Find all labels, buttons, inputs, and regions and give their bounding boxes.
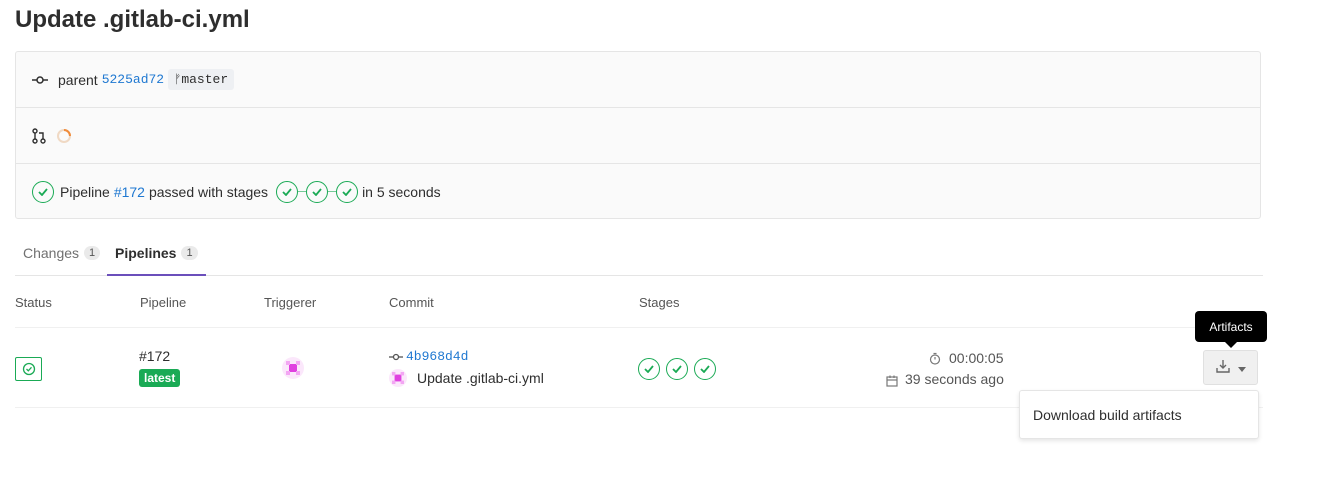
tab-changes[interactable]: Changes 1	[23, 231, 101, 275]
page-title: Update .gitlab-ci.yml	[15, 6, 250, 33]
stage-connector	[328, 191, 337, 192]
header-status: Status	[15, 295, 52, 310]
pipeline-prefix: Pipeline	[60, 183, 110, 200]
header-triggerer: Triggerer	[264, 295, 317, 310]
pipeline-id-link[interactable]: #172	[114, 184, 145, 200]
tab-pipelines-label: Pipelines	[115, 244, 177, 261]
tab-pipelines[interactable]: Pipelines 1	[107, 231, 206, 276]
download-build-artifacts-item[interactable]: Download build artifacts	[1033, 407, 1182, 423]
pipeline-passed-icon[interactable]	[32, 180, 54, 203]
artifacts-dropdown-menu: Download build artifacts	[1019, 390, 1259, 439]
merge-request-row	[16, 108, 1260, 164]
stage-3-status-icon[interactable]	[694, 358, 716, 380]
tabs-bar: Changes 1 Pipelines 1	[15, 231, 1263, 276]
pipeline-summary-row: Pipeline #172 passed with stages in 5 se…	[16, 164, 1260, 219]
stage-2-status-icon[interactable]	[666, 358, 688, 380]
stage-2-passed-icon[interactable]	[306, 180, 329, 203]
latest-badge: latest	[139, 369, 181, 387]
stage-connector	[298, 191, 307, 192]
header-divider	[15, 327, 1263, 328]
branch-name: master	[181, 72, 229, 87]
header-pipeline: Pipeline	[140, 295, 187, 310]
header-stages: Stages	[639, 295, 680, 310]
header-commit: Commit	[389, 295, 434, 310]
commit-info-box: parent 5225ad72 ᚠmaster Pipeline #172 pa…	[15, 51, 1261, 219]
pipeline-id[interactable]: #172	[139, 348, 170, 364]
chevron-down-icon	[1237, 360, 1246, 375]
status-passed-badge[interactable]	[15, 357, 42, 381]
commit-sha-link[interactable]: 4b968d4d	[406, 349, 468, 364]
triggerer-avatar[interactable]	[282, 357, 304, 379]
commit-icon	[389, 352, 403, 362]
pipeline-finished-time: 39 seconds ago	[905, 371, 1004, 387]
timer-icon	[929, 352, 941, 368]
stage-3-passed-icon[interactable]	[336, 180, 359, 203]
merge-request-icon	[32, 127, 46, 144]
tab-pipelines-count: 1	[181, 245, 198, 260]
artifacts-dropdown-button[interactable]	[1203, 350, 1258, 385]
download-icon	[1215, 359, 1230, 376]
spinner-icon	[56, 128, 72, 144]
calendar-icon	[886, 374, 898, 390]
artifacts-tooltip: Artifacts	[1195, 311, 1267, 348]
parent-label: parent	[58, 71, 98, 88]
branch-ref-badge[interactable]: ᚠmaster	[168, 69, 235, 90]
pipeline-status-text: passed with stages	[148, 183, 269, 200]
stage-1-status-icon[interactable]	[638, 358, 660, 380]
pipeline-duration-text: in 5 seconds	[362, 183, 441, 200]
commit-title-link[interactable]: Update .gitlab-ci.yml	[417, 370, 544, 386]
tab-changes-count: 1	[84, 246, 101, 260]
commit-icon	[32, 74, 48, 86]
stages-group	[638, 358, 716, 380]
tab-changes-label: Changes	[23, 245, 80, 261]
commit-parent-row: parent 5225ad72 ᚠmaster	[16, 52, 1260, 108]
stage-1-passed-icon[interactable]	[276, 180, 299, 203]
pipeline-duration: 00:00:05	[949, 350, 1004, 366]
commit-author-avatar[interactable]	[389, 369, 407, 387]
parent-sha-link[interactable]: 5225ad72	[102, 72, 164, 87]
